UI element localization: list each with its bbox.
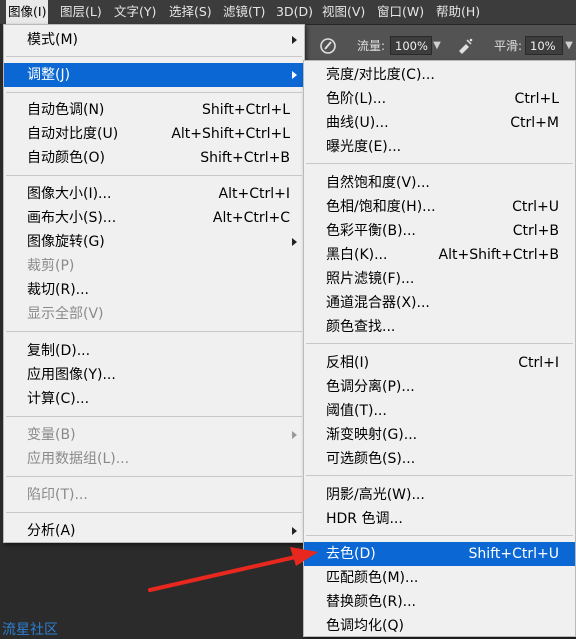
annotation-arrow-icon bbox=[148, 547, 318, 592]
